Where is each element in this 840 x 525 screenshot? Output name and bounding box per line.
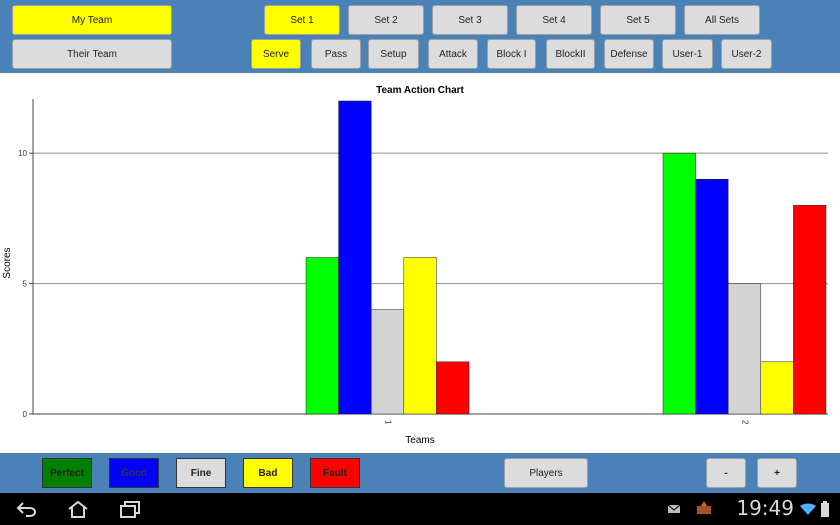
x-axis-label: Teams [405, 435, 434, 446]
tab-action-pass[interactable]: Pass [311, 39, 361, 69]
bar-fault-team-2 [793, 205, 827, 415]
bar-perfect-team-1 [305, 257, 339, 415]
tab-set-6[interactable]: All Sets [684, 5, 760, 35]
tab-action-user-2[interactable]: User-2 [721, 39, 772, 69]
bar-good-team-1 [338, 100, 372, 415]
tab-action-user-1[interactable]: User-1 [662, 39, 713, 69]
y-axis-label: Scores [2, 247, 13, 278]
recent-apps-icon[interactable] [118, 499, 142, 519]
tab-action-setup[interactable]: Setup [368, 39, 419, 69]
chart-area: Team Action Chart Scores Teams 0 5 10 1 2 [0, 73, 840, 453]
home-icon[interactable] [66, 499, 90, 519]
tab-set-5[interactable]: Set 5 [600, 5, 676, 35]
their-team-button[interactable]: Their Team [12, 39, 172, 69]
team-action-chart: Team Action Chart Scores Teams 0 5 10 1 2 [2, 85, 828, 446]
mail-icon [662, 499, 686, 519]
clock: 19:49 [736, 496, 794, 520]
bar-good-team-2 [695, 179, 729, 415]
x-tick-label: 2 [741, 420, 750, 425]
tab-set-3[interactable]: Set 3 [432, 5, 508, 35]
tab-action-defense[interactable]: Defense [604, 39, 654, 69]
legend-good[interactable]: Good [109, 458, 159, 488]
y-tick-label: 5 [23, 280, 28, 289]
tab-action-attack[interactable]: Attack [428, 39, 478, 69]
app-notification-icon [692, 499, 716, 519]
y-tick-label: 10 [18, 149, 27, 158]
tab-action-block-i[interactable]: Block I [487, 39, 536, 69]
bar-bad-team-1 [403, 257, 437, 415]
legend-fault[interactable]: Fault [310, 458, 360, 488]
players-button[interactable]: Players [504, 458, 588, 488]
bar-fine-team-1 [370, 309, 405, 415]
tab-set-4[interactable]: Set 4 [516, 5, 592, 35]
tab-set-1[interactable]: Set 1 [264, 5, 340, 35]
top-toolbar: My Team Their Team Set 1 Set 2 Set 3 Set 4 S… [0, 0, 840, 73]
my-team-button[interactable]: My Team [12, 5, 172, 35]
chart-title: Team Action Chart [376, 85, 464, 96]
back-icon[interactable] [14, 499, 38, 519]
tab-action-blockii[interactable]: BlockII [546, 39, 595, 69]
legend-fine[interactable]: Fine [176, 458, 226, 488]
tab-action-serve[interactable]: Serve [251, 39, 301, 69]
tab-set-2[interactable]: Set 2 [348, 5, 424, 35]
bottom-toolbar: Perfect Good Fine Bad Fault Players - + [0, 453, 840, 493]
wifi-icon [796, 499, 820, 519]
y-tick-label: 0 [23, 410, 28, 419]
legend-bad[interactable]: Bad [243, 458, 293, 488]
x-tick-label: 1 [384, 420, 393, 425]
legend-perfect[interactable]: Perfect [42, 458, 92, 488]
decrease-button[interactable]: - [706, 458, 746, 488]
increase-button[interactable]: + [757, 458, 797, 488]
battery-icon [818, 499, 832, 519]
bar-bad-team-2 [760, 361, 794, 415]
system-navigation-bar: 19:49 [0, 493, 840, 525]
bar-perfect-team-2 [662, 152, 696, 415]
bar-fine-team-2 [727, 283, 762, 415]
bar-fault-team-1 [436, 361, 470, 415]
